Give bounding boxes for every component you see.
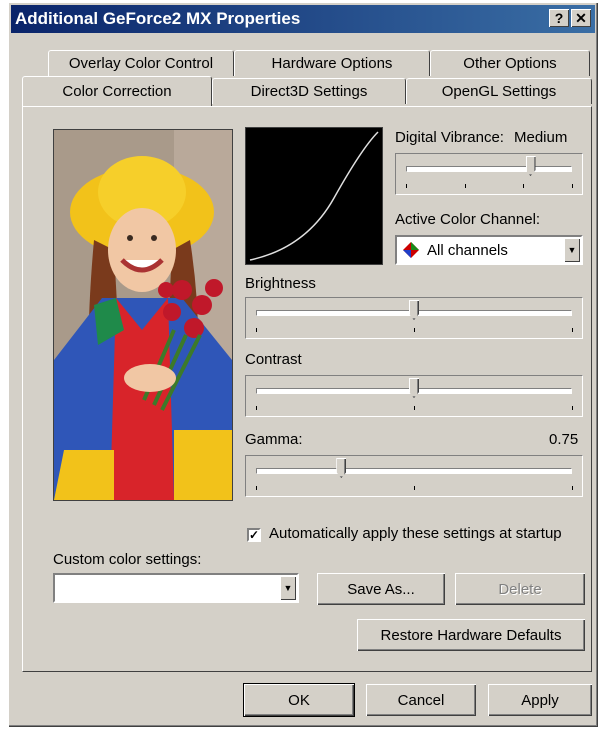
gamma-slider[interactable] [245,455,583,497]
chevron-down-icon[interactable]: ▼ [280,576,296,600]
checkmark-icon: ✓ [249,528,260,542]
button-label: Delete [498,580,542,598]
digital-vibrance-value: Medium [514,129,568,146]
contrast-slider[interactable] [245,375,583,417]
brightness-label: Brightness [245,275,316,292]
slider-thumb[interactable] [409,300,419,320]
preview-image [53,129,233,501]
tab-label: Other Options [463,55,557,72]
slider-tick [414,406,415,410]
slider-tick [572,486,573,490]
gamma-value: 0.75 [549,431,579,448]
custom-color-label: Custom color settings: [53,551,202,568]
slider-tick [256,328,257,332]
tab-label: OpenGL Settings [441,83,557,100]
auto-apply-checkbox[interactable]: ✓ [247,528,261,542]
active-color-channel-value: All channels [427,241,508,259]
tab-other-options[interactable]: Other Options [430,50,590,76]
contrast-label: Contrast [245,351,302,368]
button-label: Apply [521,691,559,709]
button-label: OK [288,691,310,709]
slider-track [256,468,572,474]
tab-color-correction[interactable]: Color Correction [22,76,212,106]
tab-label: Direct3D Settings [250,83,368,100]
button-label: Cancel [397,691,445,709]
tab-label: Overlay Color Control [68,55,214,72]
tab-opengl-settings[interactable]: OpenGL Settings [406,78,592,104]
slider-tick [572,184,573,188]
chevron-down-icon[interactable]: ▼ [564,238,580,262]
delete-button[interactable]: Delete [455,573,585,605]
close-icon: ✕ [575,9,587,26]
slider-tick [406,184,407,188]
ok-button[interactable]: OK [243,683,355,717]
rgb-channels-icon [401,240,421,260]
apply-button[interactable]: Apply [488,684,592,716]
gamma-label: Gamma: [245,431,303,448]
slider-track [406,166,572,172]
tab-hardware-options[interactable]: Hardware Options [234,50,430,76]
save-as-button[interactable]: Save As... [317,573,445,605]
button-label: Restore Hardware Defaults [380,626,562,644]
slider-tick [465,184,466,188]
slider-thumb[interactable] [409,378,419,398]
slider-tick [572,328,573,332]
cancel-button[interactable]: Cancel [366,684,476,716]
active-color-channel-label: Active Color Channel: [395,211,541,228]
slider-thumb[interactable] [336,458,347,478]
tab-direct3d-settings[interactable]: Direct3D Settings [212,78,406,104]
slider-tick [256,406,257,410]
slider-thumb[interactable] [525,156,536,176]
window-title: Additional GeForce2 MX Properties [15,9,301,28]
digital-vibrance-slider[interactable] [395,153,583,195]
help-icon: ? [554,10,564,26]
slider-tick [414,328,415,332]
tab-label: Color Correction [62,83,172,100]
slider-tick [256,486,257,490]
title-bar[interactable]: Additional GeForce2 MX Properties ? ✕ [11,5,595,33]
tab-label: Hardware Options [271,55,393,72]
custom-color-select[interactable]: ▼ [53,573,299,603]
auto-apply-label: Automatically apply these settings at st… [269,525,562,542]
slider-tick [523,184,524,188]
slider-tick [572,406,573,410]
close-button[interactable]: ✕ [571,9,591,27]
brightness-slider[interactable] [245,297,583,339]
button-label: Save As... [347,580,415,598]
color-correction-panel: Digital Vibrance: Medium Active Color Ch… [22,106,592,672]
restore-defaults-button[interactable]: Restore Hardware Defaults [357,619,585,651]
gamma-curve-preview [245,127,383,265]
slider-tick [414,486,415,490]
digital-vibrance-label: Digital Vibrance: [395,129,504,146]
properties-dialog: Additional GeForce2 MX Properties ? ✕ Ov… [8,2,598,727]
tab-overlay-color-control[interactable]: Overlay Color Control [48,50,234,76]
active-color-channel-select[interactable]: All channels ▼ [395,235,583,265]
help-button[interactable]: ? [549,9,569,27]
